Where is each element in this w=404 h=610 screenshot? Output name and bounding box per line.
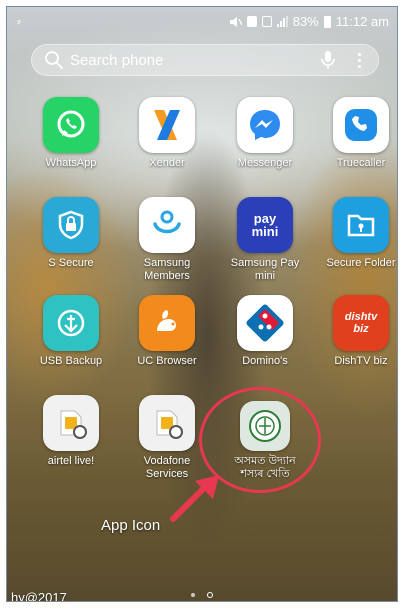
- callout-label: App Icon: [101, 517, 161, 534]
- app-truecaller[interactable]: Truecaller: [313, 97, 397, 170]
- more-options-icon[interactable]: [350, 50, 368, 70]
- microphone-icon[interactable]: [320, 50, 336, 70]
- status-icons: 83% 11:12 am: [229, 14, 389, 29]
- pay-mini-icon: pay mini: [237, 197, 293, 253]
- whatsapp-icon: [43, 97, 99, 153]
- xender-icon: [139, 97, 195, 153]
- search-bar[interactable]: Search phone: [31, 44, 379, 76]
- page-dot: [191, 593, 195, 597]
- app-secure-folder[interactable]: Secure Folder: [313, 197, 397, 270]
- secure-folder-icon: [333, 197, 389, 253]
- app-dominos[interactable]: Domino's: [217, 295, 313, 368]
- signal-icon: [276, 16, 288, 27]
- search-icon: [45, 51, 63, 69]
- app-airtel-live[interactable]: airtel live!: [23, 395, 119, 468]
- usb-backup-icon: [43, 295, 99, 351]
- clock: 11:12 am: [335, 14, 389, 29]
- app-dishtv-biz[interactable]: dishtv biz DishTV biz: [313, 295, 397, 368]
- app-label: S Secure: [48, 257, 94, 269]
- app-label: Samsung Pay mini: [230, 257, 300, 282]
- dishtv-icon: dishtv biz: [333, 295, 389, 351]
- app-samsung-members[interactable]: Samsung Members: [119, 197, 215, 283]
- app-label: USB Backup: [39, 355, 103, 367]
- phone-screen: ⸗ 83% 11:12 am Search phone WhatsApp Xen…: [6, 6, 398, 602]
- app-xender[interactable]: Xender: [119, 97, 215, 170]
- app-label: UC Browser: [137, 355, 197, 367]
- messenger-icon: [237, 97, 293, 153]
- search-placeholder: Search phone: [70, 51, 164, 69]
- shield-lock-icon: [43, 197, 99, 253]
- mute-icon: [229, 16, 242, 27]
- samsung-members-icon: [139, 197, 195, 253]
- battery-icon: [323, 15, 331, 28]
- status-bar: ⸗ 83% 11:12 am: [7, 7, 397, 37]
- pointer-arrow-icon: [170, 475, 219, 522]
- notification-icon: ⸗: [17, 14, 21, 28]
- app-uc-browser[interactable]: UC Browser: [119, 295, 215, 368]
- domino-tile-icon: [237, 295, 293, 351]
- app-label: Domino's: [242, 355, 288, 367]
- sim-icon: [246, 16, 257, 27]
- battery-percent: 83%: [292, 14, 319, 29]
- squirrel-icon: [139, 295, 195, 351]
- sim-card-icon: [43, 395, 99, 451]
- app-s-secure[interactable]: S Secure: [23, 197, 119, 270]
- page-indicator[interactable]: [7, 592, 397, 598]
- app-label: Truecaller: [336, 157, 386, 169]
- app-label: WhatsApp: [45, 157, 97, 169]
- data-icon: [261, 16, 272, 27]
- sim-card-icon: [139, 395, 195, 451]
- app-samsung-pay-mini[interactable]: pay mini Samsung Pay mini: [217, 197, 313, 283]
- app-messenger[interactable]: Messenger: [217, 97, 313, 170]
- page-dot-current: [207, 592, 213, 598]
- app-label: Secure Folder: [326, 257, 396, 269]
- app-usb-backup[interactable]: USB Backup: [23, 295, 119, 368]
- app-label: Samsung Members: [143, 257, 191, 282]
- app-label: airtel live!: [47, 455, 95, 467]
- app-label: Xender: [149, 157, 185, 169]
- app-label: DishTV biz: [334, 355, 388, 367]
- truecaller-icon: [333, 97, 389, 153]
- app-label: Messenger: [237, 157, 293, 169]
- app-whatsapp[interactable]: WhatsApp: [23, 97, 119, 170]
